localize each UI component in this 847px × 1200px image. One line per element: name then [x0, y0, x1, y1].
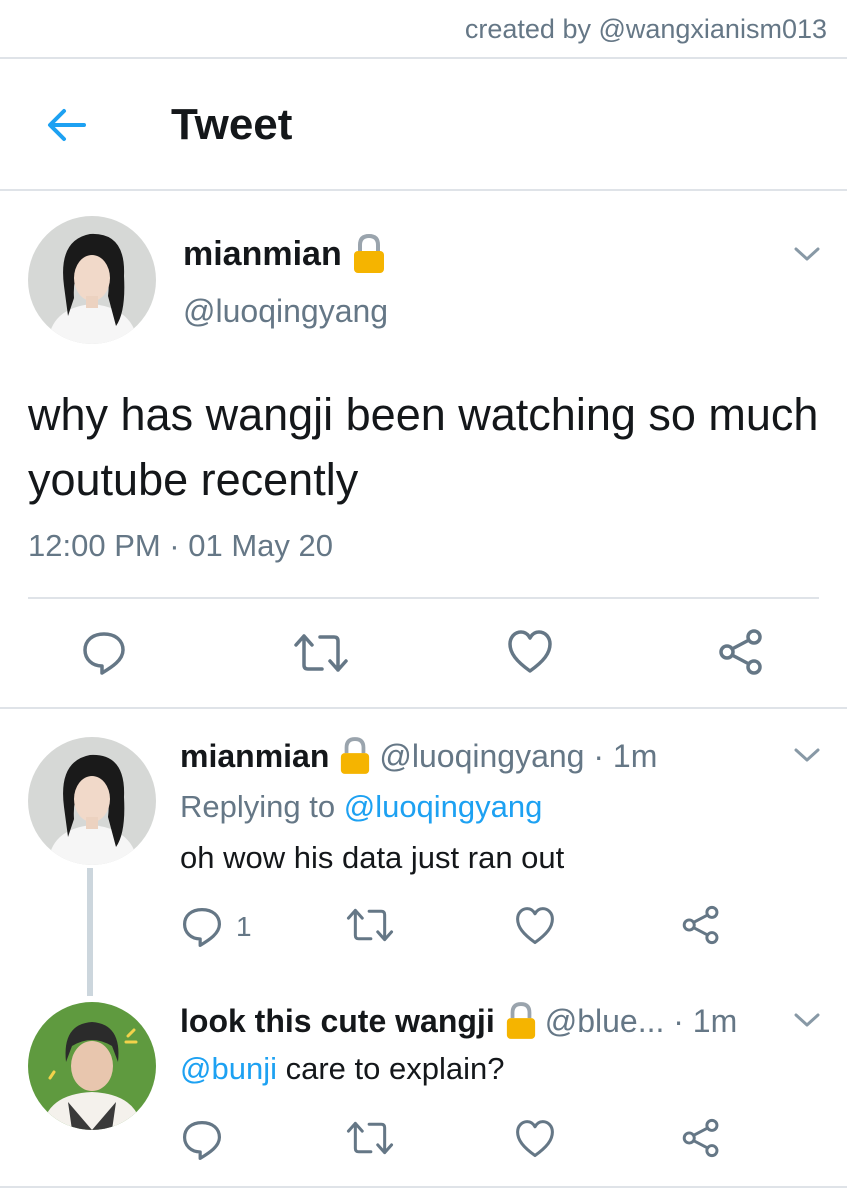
- main-display-name[interactable]: mianmian: [183, 233, 386, 275]
- main-action-bar: [0, 625, 847, 681]
- retweet-button[interactable]: [292, 631, 350, 675]
- reply-button[interactable]: [180, 1118, 224, 1162]
- avatar[interactable]: [28, 737, 156, 865]
- reply-meta: @blue... · 1m: [544, 1002, 738, 1039]
- tweet-header: Tweet: [0, 60, 847, 190]
- page-title: Tweet: [171, 100, 293, 149]
- bottom-divider: [0, 1186, 847, 1188]
- thread-line: [87, 868, 93, 996]
- chevron-down-icon[interactable]: [792, 745, 822, 765]
- share-button[interactable]: [680, 1117, 722, 1159]
- retweet-button[interactable]: [345, 906, 395, 944]
- replying-to-handle[interactable]: @luoqingyang: [344, 789, 543, 824]
- reply-text: @bunji care to explain?: [180, 1051, 504, 1087]
- chevron-down-icon[interactable]: [792, 1010, 822, 1030]
- like-icon: [516, 1120, 554, 1158]
- back-arrow-icon: [48, 109, 86, 141]
- display-name-text: look this cute wangji: [180, 1002, 495, 1039]
- like-icon: [516, 907, 554, 945]
- avatar[interactable]: [28, 216, 156, 344]
- avatar[interactable]: [28, 1002, 156, 1130]
- retweet-icon: [346, 908, 394, 942]
- lock-icon: [353, 233, 384, 273]
- main-handle[interactable]: @luoqingyang: [183, 293, 388, 330]
- reply-icon: [83, 632, 125, 675]
- retweet-button[interactable]: [345, 1119, 395, 1157]
- stats-divider: [28, 597, 819, 599]
- like-button[interactable]: [506, 629, 554, 675]
- reply-text-body: care to explain?: [276, 1051, 505, 1086]
- tweet-divider: [0, 707, 847, 709]
- share-icon: [682, 1118, 719, 1158]
- like-button[interactable]: [514, 906, 556, 946]
- reply-text: oh wow his data just ran out: [180, 840, 565, 875]
- reply-icon: [182, 907, 222, 947]
- back-button[interactable]: [40, 102, 92, 148]
- tweet-text: why has wangji been watching so much you…: [28, 389, 819, 505]
- lock-icon: [506, 1002, 535, 1039]
- tweet-timestamp[interactable]: 12:00 PM · 01 May 20: [28, 528, 333, 564]
- replying-to: Replying to @luoqingyang: [180, 789, 542, 825]
- share-icon: [682, 905, 719, 945]
- like-icon: [508, 630, 552, 673]
- replying-to-prefix: Replying to: [180, 789, 344, 824]
- share-button[interactable]: [716, 627, 766, 677]
- reply-author[interactable]: mianmian @luoqingyang · 1m: [180, 736, 657, 776]
- creator-credit: created by @wangxianism013: [464, 14, 827, 44]
- reply-count: 1: [236, 911, 252, 942]
- display-name-text: mianmian: [183, 234, 342, 273]
- retweet-icon: [294, 634, 348, 672]
- like-button[interactable]: [514, 1119, 556, 1159]
- retweet-icon: [346, 1121, 394, 1155]
- reply-icon: [182, 1120, 222, 1160]
- reply-author[interactable]: look this cute wangji @blue... · 1m: [180, 1001, 737, 1041]
- reply-button[interactable]: 1: [180, 905, 252, 949]
- lock-icon: [341, 737, 370, 774]
- reply-meta: @luoqingyang · 1m: [379, 737, 658, 774]
- mention-link[interactable]: @bunji: [180, 1051, 277, 1086]
- display-name-text: mianmian: [180, 737, 330, 774]
- share-button[interactable]: [680, 904, 722, 946]
- chevron-down-icon[interactable]: [792, 244, 822, 264]
- top-divider: [0, 57, 847, 59]
- reply-button[interactable]: [80, 629, 128, 677]
- share-icon: [719, 629, 762, 675]
- header-divider: [0, 189, 847, 191]
